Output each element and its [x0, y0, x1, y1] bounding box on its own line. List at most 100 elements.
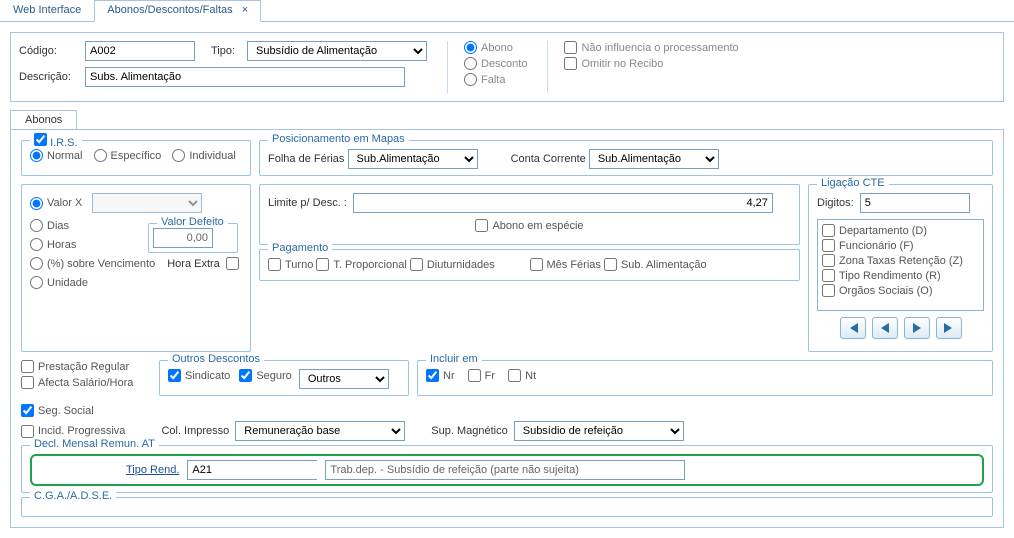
chk-mes-ferias[interactable] — [530, 258, 543, 271]
cte-item-3: Tipo Rendimento (R) — [839, 270, 941, 282]
radio-falta-label: Falta — [481, 74, 505, 86]
chk-incluir-nr-label: Nr — [443, 370, 455, 382]
radio-irs-normal-label: Normal — [47, 150, 82, 162]
chk-cte-tipo[interactable] — [822, 269, 835, 282]
mapas-legend: Posicionamento em Mapas — [268, 133, 409, 145]
radio-abono-label: Abono — [481, 42, 513, 54]
chk-incluir-fr[interactable] — [468, 369, 481, 382]
chk-incluir-fr-label: Fr — [485, 370, 495, 382]
limite-label: Limite p/ Desc. : — [268, 197, 347, 209]
descricao-label: Descrição: — [19, 71, 79, 83]
chk-diut[interactable] — [410, 258, 423, 271]
cte-digitos-input[interactable] — [860, 193, 970, 213]
radio-valor-x[interactable] — [30, 197, 43, 210]
chk-tprop-label: T. Proporcional — [333, 259, 406, 271]
radio-dias[interactable] — [30, 219, 43, 232]
chk-omitir-recibo[interactable] — [564, 57, 577, 70]
descricao-input[interactable] — [85, 67, 405, 87]
valor-defeito-input — [153, 228, 213, 248]
chk-tprop[interactable] — [316, 258, 329, 271]
chk-abono-especie[interactable] — [475, 219, 488, 232]
radio-irs-especifico-label: Específico — [111, 150, 162, 162]
irs-legend: I.R.S. — [50, 137, 78, 149]
incluir-legend: Incluir em — [426, 353, 482, 365]
chk-seg-social-label: Seg. Social — [38, 405, 94, 417]
nav-last-button[interactable] — [936, 317, 962, 339]
tipo-rend-link[interactable]: Tipo Rend. — [126, 464, 179, 476]
tipo-select[interactable]: Subsídio de Alimentação — [247, 41, 427, 61]
chk-sindicato-label: Sindicato — [185, 370, 230, 382]
chk-nao-influencia[interactable] — [564, 41, 577, 54]
decl-legend: Decl. Mensal Remun. AT — [30, 438, 159, 450]
chk-sindicato[interactable] — [168, 369, 181, 382]
cte-item-4: Orgãos Sociais (O) — [839, 285, 933, 297]
chk-cte-zona[interactable] — [822, 254, 835, 267]
sup-magnetico-label: Sup. Magnético — [431, 425, 507, 437]
outros-select[interactable]: Outros — [299, 369, 389, 389]
radio-falta[interactable] — [464, 73, 477, 86]
radio-irs-normal[interactable] — [30, 149, 43, 162]
subtab-abonos[interactable]: Abonos — [10, 110, 77, 129]
nav-next-button[interactable] — [904, 317, 930, 339]
col-impresso-label: Col. Impresso — [161, 425, 229, 437]
radio-pct-venc[interactable] — [30, 257, 43, 270]
cga-legend: C.G.A./A.D.S.E. — [30, 490, 116, 502]
chk-incluir-nr[interactable] — [426, 369, 439, 382]
chk-abono-especie-label: Abono em espécie — [492, 220, 583, 232]
chk-prest-regular[interactable] — [21, 360, 34, 373]
chk-incluir-nt[interactable] — [508, 369, 521, 382]
chk-seguro-label: Seguro — [256, 370, 291, 382]
chk-sub-alimentacao[interactable] — [604, 258, 617, 271]
chk-seg-social[interactable] — [21, 404, 34, 417]
radio-horas-label: Horas — [47, 239, 76, 251]
chk-incid-prog[interactable] — [21, 425, 34, 438]
conta-corrente-select[interactable]: Sub.Alimentação — [589, 149, 719, 169]
codigo-label: Código: — [19, 45, 79, 57]
chk-seguro[interactable] — [239, 369, 252, 382]
hora-extra-label: Hora Extra — [167, 258, 220, 270]
radio-horas[interactable] — [30, 238, 43, 251]
pagamento-legend: Pagamento — [268, 242, 332, 254]
folha-ferias-select[interactable]: Sub.Alimentação — [348, 149, 478, 169]
codigo-input[interactable] — [85, 41, 195, 61]
cte-item-0: Departamento (D) — [839, 225, 927, 237]
nav-prev-button[interactable] — [872, 317, 898, 339]
chk-turno-label: Turno — [285, 259, 313, 271]
col-impresso-select[interactable]: Remuneração base — [235, 421, 405, 441]
chk-prest-regular-label: Prestação Regular — [38, 361, 129, 373]
chk-afecta-salario-label: Afecta Salário/Hora — [38, 377, 133, 389]
tab-abonos-descontos-faltas[interactable]: Abonos/Descontos/Faltas × — [94, 0, 261, 22]
conta-corrente-label: Conta Corrente — [511, 153, 586, 165]
limite-input[interactable] — [353, 193, 773, 213]
tab-web-interface[interactable]: Web Interface — [0, 0, 94, 21]
chk-cte-orgaos[interactable] — [822, 284, 835, 297]
close-icon[interactable]: × — [242, 4, 248, 16]
chk-afecta-salario[interactable] — [21, 376, 34, 389]
nav-first-button[interactable] — [840, 317, 866, 339]
chk-hora-extra[interactable] — [226, 257, 239, 270]
chk-turno[interactable] — [268, 258, 281, 271]
sup-magnetico-select[interactable]: Subsídio de refeição — [514, 421, 684, 441]
chk-incid-prog-label: Incid. Progressiva — [38, 425, 125, 437]
chk-omitir-recibo-label: Omitir no Recibo — [581, 58, 663, 70]
radio-irs-individual[interactable] — [172, 149, 185, 162]
radio-unidade[interactable] — [30, 276, 43, 289]
radio-valor-x-label: Valor X — [47, 197, 82, 209]
radio-desconto[interactable] — [464, 57, 477, 70]
radio-pct-venc-label: (%) sobre Vencimento — [47, 258, 155, 270]
radio-dias-label: Dias — [47, 220, 69, 232]
radio-irs-especifico[interactable] — [94, 149, 107, 162]
decl-highlight: Tipo Rend. 🔍 — [30, 454, 984, 486]
tipo-rend-input[interactable] — [188, 461, 338, 479]
chk-cte-dep[interactable] — [822, 224, 835, 237]
radio-abono[interactable] — [464, 41, 477, 54]
radio-unidade-label: Unidade — [47, 277, 88, 289]
valor-x-select — [92, 193, 202, 213]
folha-ferias-label: Folha de Férias — [268, 153, 344, 165]
cte-list[interactable]: Departamento (D) Funcionário (F) Zona Ta… — [817, 219, 984, 311]
cte-digitos-label: Digitos: — [817, 197, 854, 209]
chk-irs[interactable] — [34, 133, 47, 146]
chk-cte-func[interactable] — [822, 239, 835, 252]
chk-nao-influencia-label: Não influencia o processamento — [581, 42, 738, 54]
chk-incluir-nt-label: Nt — [525, 370, 536, 382]
